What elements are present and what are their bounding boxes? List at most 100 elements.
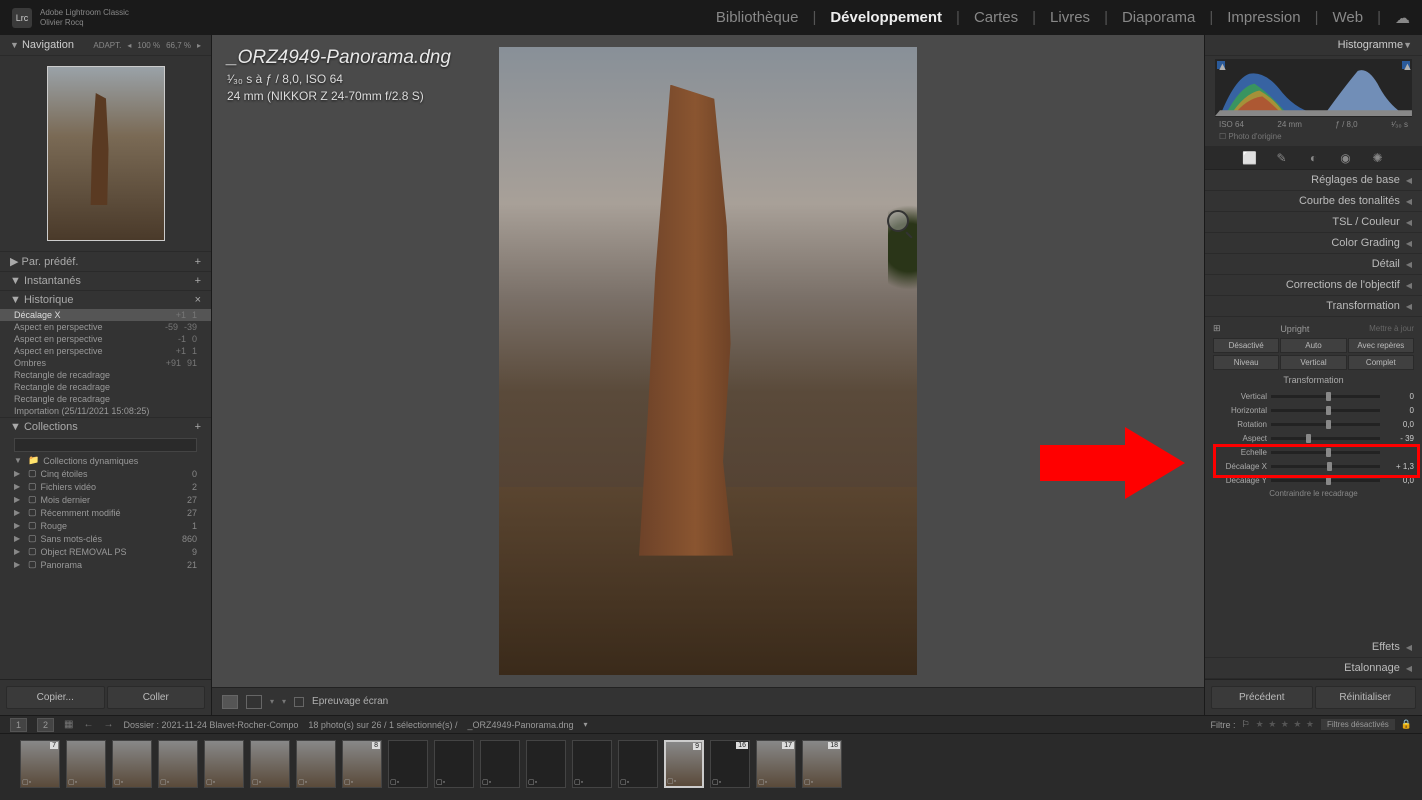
filmstrip-thumb[interactable]: ▢▫ bbox=[434, 740, 474, 788]
loupe-view-icon[interactable] bbox=[222, 695, 238, 709]
filmstrip-thumb[interactable]: ▢▫ bbox=[526, 740, 566, 788]
module-bibliothèque[interactable]: Bibliothèque bbox=[716, 9, 799, 26]
slider-décalage-y[interactable]: Décalage Y0,0 bbox=[1213, 474, 1414, 486]
filmstrip-thumb[interactable]: 9▢▫ bbox=[664, 740, 704, 788]
slider-rotation[interactable]: Rotation0,0 bbox=[1213, 418, 1414, 430]
panel-courbe-des-tonalités[interactable]: Courbe des tonalités◀ bbox=[1205, 191, 1422, 212]
screen-2-button[interactable]: 2 bbox=[37, 718, 54, 732]
before-after-icon[interactable] bbox=[246, 695, 262, 709]
filmstrip-thumb[interactable]: ▢▫ bbox=[296, 740, 336, 788]
collection-item[interactable]: ▶▢Object REMOVAL PS9 bbox=[0, 545, 211, 558]
histogram-header[interactable]: Histogramme ▼ bbox=[1205, 35, 1422, 56]
upright-désactivé[interactable]: Désactivé bbox=[1213, 338, 1279, 353]
history-item[interactable]: Rectangle de recadrage bbox=[0, 369, 211, 381]
history-item[interactable]: Aspect en perspective-59-39 bbox=[0, 321, 211, 333]
slider-horizontal[interactable]: Horizontal0 bbox=[1213, 404, 1414, 416]
collections-search[interactable] bbox=[14, 438, 197, 452]
slider-décalage-x[interactable]: Décalage X+ 1,3 bbox=[1213, 460, 1414, 472]
filters-off-button[interactable]: Filtres désactivés bbox=[1321, 719, 1395, 730]
collection-item[interactable]: ▶▢Récemment modifié27 bbox=[0, 506, 211, 519]
filmstrip-thumb[interactable]: ▢▫ bbox=[618, 740, 658, 788]
upright-complet[interactable]: Complet bbox=[1348, 355, 1414, 370]
module-impression[interactable]: Impression bbox=[1227, 9, 1300, 26]
filmstrip[interactable]: 7▢▫▢▫▢▫▢▫▢▫▢▫▢▫8▢▫▢▫▢▫▢▫▢▫▢▫▢▫9▢▫16▢▫17▢… bbox=[0, 733, 1422, 793]
collection-item[interactable]: ▶▢Rouge1 bbox=[0, 519, 211, 532]
crop-tool-icon[interactable]: ⬜ bbox=[1243, 151, 1257, 165]
nav-back-icon[interactable]: ← bbox=[83, 719, 93, 730]
upright-avec repères[interactable]: Avec repères bbox=[1348, 338, 1414, 353]
filmstrip-thumb[interactable]: 7▢▫ bbox=[20, 740, 60, 788]
folder-path[interactable]: Dossier : 2021-11-24 Blavet-Rocher-Compo bbox=[123, 720, 298, 730]
upright-auto[interactable]: Auto bbox=[1280, 338, 1346, 353]
presets-header[interactable]: ▶ Par. prédéf.+ bbox=[0, 251, 211, 271]
module-cartes[interactable]: Cartes bbox=[974, 9, 1018, 26]
collection-group[interactable]: ▼📁Collections dynamiques bbox=[0, 454, 211, 467]
navigator-header[interactable]: ▼ Navigation ADAPT. ◂ 100 % 66,7 % ▸ bbox=[0, 35, 211, 56]
redeye-tool-icon[interactable]: ◉ bbox=[1339, 151, 1353, 165]
filmstrip-thumb[interactable]: ▢▫ bbox=[66, 740, 106, 788]
filmstrip-thumb[interactable]: 18▢▫ bbox=[802, 740, 842, 788]
softproof-checkbox[interactable] bbox=[294, 697, 304, 707]
panel-transformation[interactable]: Transformation◀ bbox=[1205, 296, 1422, 317]
module-livres[interactable]: Livres bbox=[1050, 9, 1090, 26]
filmstrip-thumb[interactable]: ▢▫ bbox=[480, 740, 520, 788]
collection-item[interactable]: ▶▢Sans mots-clés860 bbox=[0, 532, 211, 545]
history-item[interactable]: Importation (25/11/2021 15:08:25) bbox=[0, 405, 211, 417]
panel-corrections-de-l'objectif[interactable]: Corrections de l'objectif◀ bbox=[1205, 275, 1422, 296]
image-viewport[interactable]: _ORZ4949-Panorama.dng ¹⁄₃₀ s à ƒ / 8,0, … bbox=[212, 35, 1204, 687]
upright-vertical[interactable]: Vertical bbox=[1280, 355, 1346, 370]
grid-icon[interactable]: ▦ bbox=[64, 719, 73, 730]
copy-button[interactable]: Copier... bbox=[6, 686, 105, 709]
history-header[interactable]: ▼ Historique× bbox=[0, 290, 211, 309]
module-web[interactable]: Web bbox=[1333, 9, 1364, 26]
filmstrip-thumb[interactable]: 8▢▫ bbox=[342, 740, 382, 788]
filmstrip-thumb[interactable]: ▢▫ bbox=[204, 740, 244, 788]
panel-tsl-/-couleur[interactable]: TSL / Couleur◀ bbox=[1205, 212, 1422, 233]
filter-lock-icon[interactable]: 🔒 bbox=[1401, 719, 1412, 730]
filmstrip-thumb[interactable]: ▢▫ bbox=[158, 740, 198, 788]
history-item[interactable]: Rectangle de recadrage bbox=[0, 381, 211, 393]
module-développement[interactable]: Développement bbox=[830, 9, 942, 26]
paste-button[interactable]: Coller bbox=[107, 686, 206, 709]
history-item[interactable]: Aspect en perspective+11 bbox=[0, 345, 211, 357]
filter-flag-icon[interactable]: ⚐ bbox=[1242, 719, 1250, 730]
navigator-preview[interactable] bbox=[0, 56, 211, 251]
previous-button[interactable]: Précédent bbox=[1211, 686, 1313, 709]
collection-item[interactable]: ▶▢Panorama21 bbox=[0, 558, 211, 571]
slider-vertical[interactable]: Vertical0 bbox=[1213, 390, 1414, 402]
history-item[interactable]: Aspect en perspective-10 bbox=[0, 333, 211, 345]
filmstrip-thumb[interactable]: ▢▫ bbox=[572, 740, 612, 788]
heal-tool-icon[interactable]: ✎ bbox=[1275, 151, 1289, 165]
histogram-chart[interactable]: ▲ ▲ bbox=[1215, 59, 1412, 117]
panel-réglages-de-base[interactable]: Réglages de base◀ bbox=[1205, 170, 1422, 191]
collection-item[interactable]: ▶▢Mois dernier27 bbox=[0, 493, 211, 506]
panel-color-grading[interactable]: Color Grading◀ bbox=[1205, 233, 1422, 254]
screen-1-button[interactable]: 1 bbox=[10, 718, 27, 732]
panel-détail[interactable]: Détail◀ bbox=[1205, 254, 1422, 275]
collection-item[interactable]: ▶▢Cinq étoiles0 bbox=[0, 467, 211, 480]
panel-effets[interactable]: Effets◀ bbox=[1205, 637, 1422, 658]
history-item[interactable]: Rectangle de recadrage bbox=[0, 393, 211, 405]
constrain-crop[interactable]: Contraindre le recadrage bbox=[1213, 489, 1414, 498]
snapshots-header[interactable]: ▼ Instantanés+ bbox=[0, 271, 211, 290]
history-item[interactable]: Décalage X+11 bbox=[0, 309, 211, 321]
nav-fwd-icon[interactable]: → bbox=[103, 719, 113, 730]
filmstrip-thumb[interactable]: 16▢▫ bbox=[710, 740, 750, 788]
filter-stars[interactable]: ★ ★ ★ ★ ★ bbox=[1256, 719, 1315, 730]
history-item[interactable]: Ombres+9191 bbox=[0, 357, 211, 369]
adjust-tool-icon[interactable]: ✺ bbox=[1371, 151, 1385, 165]
filmstrip-thumb[interactable]: ▢▫ bbox=[388, 740, 428, 788]
filmstrip-thumb[interactable]: 17▢▫ bbox=[756, 740, 796, 788]
slider-echelle[interactable]: Echelle bbox=[1213, 446, 1414, 458]
panel-etalonnage[interactable]: Etalonnage◀ bbox=[1205, 658, 1422, 679]
module-diaporama[interactable]: Diaporama bbox=[1122, 9, 1195, 26]
guided-upright-icon[interactable]: ⊞ bbox=[1213, 323, 1221, 334]
cloud-sync-icon[interactable]: ☁ bbox=[1395, 9, 1410, 27]
slider-aspect[interactable]: Aspect- 39 bbox=[1213, 432, 1414, 444]
mask-tool-icon[interactable]: ◐ bbox=[1307, 151, 1321, 165]
filmstrip-thumb[interactable]: ▢▫ bbox=[250, 740, 290, 788]
collections-header[interactable]: ▼ Collections+ bbox=[0, 417, 211, 436]
upright-niveau[interactable]: Niveau bbox=[1213, 355, 1279, 370]
collection-item[interactable]: ▶▢Fichiers vidéo2 bbox=[0, 480, 211, 493]
filmstrip-thumb[interactable]: ▢▫ bbox=[112, 740, 152, 788]
